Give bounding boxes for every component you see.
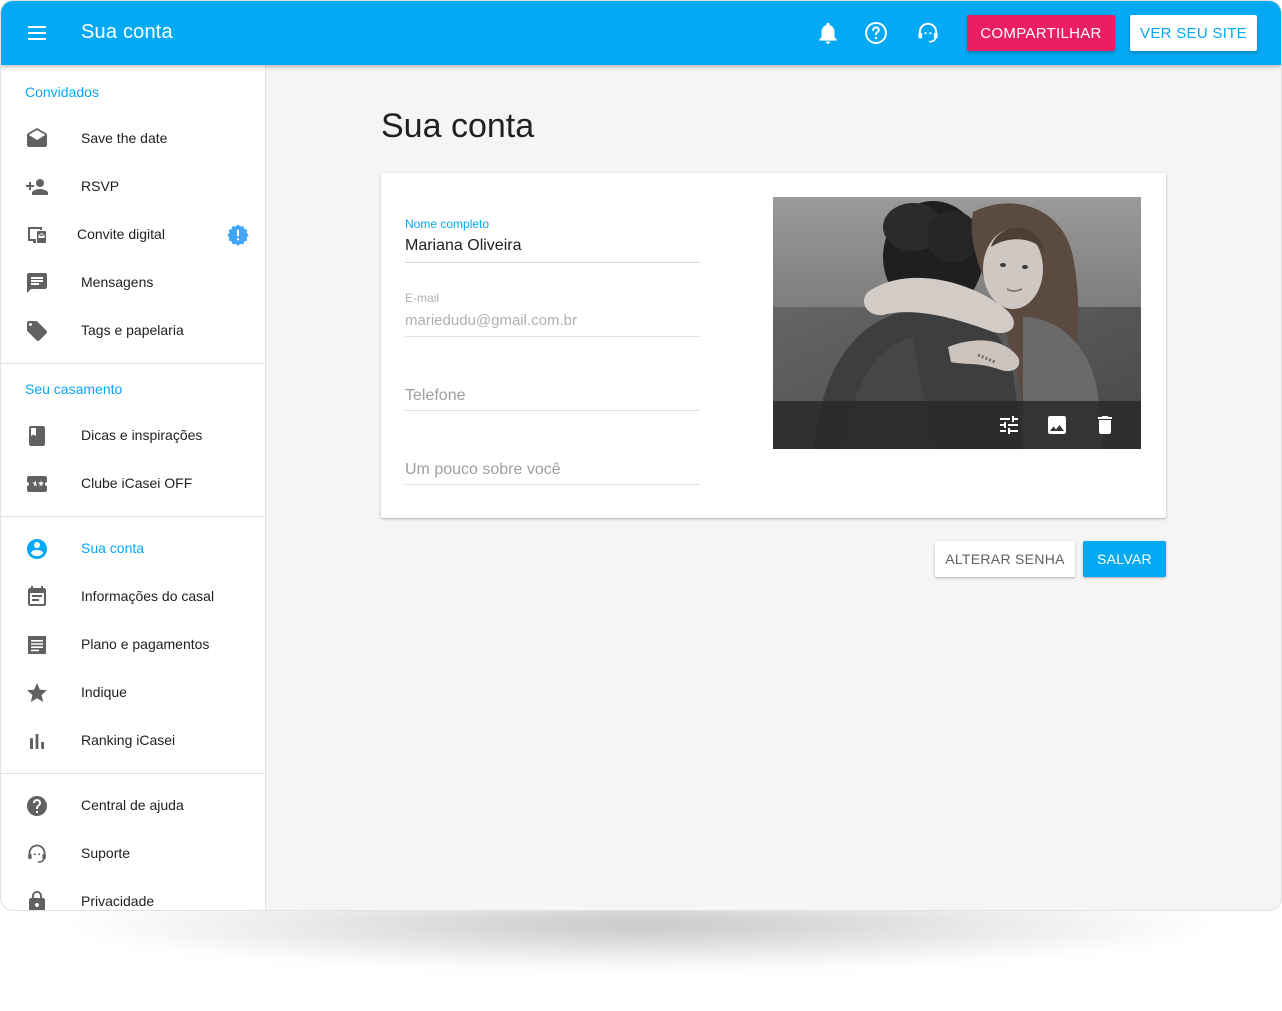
account-card: Nome completo Mariana Oliveira E-mail ma… xyxy=(381,173,1166,518)
sidebar-item-rsvp[interactable]: RSVP xyxy=(1,163,265,211)
sidebar-item-mensagens[interactable]: Mensagens xyxy=(1,259,265,307)
tag-icon xyxy=(25,319,49,343)
app-bar: Sua conta COMPARTILHAR VER SEU SITE xyxy=(1,1,1281,65)
help-circle-icon xyxy=(25,794,49,818)
name-field[interactable]: Nome completo Mariana Oliveira xyxy=(405,217,700,265)
name-underline xyxy=(405,262,700,263)
share-button[interactable]: COMPARTILHAR xyxy=(967,15,1115,51)
phone-field[interactable]: Telefone xyxy=(405,385,700,413)
sidebar-item-indique[interactable]: Indique xyxy=(1,669,265,717)
save-button[interactable]: SALVAR xyxy=(1083,541,1166,577)
profile-photo[interactable] xyxy=(773,197,1141,449)
about-input[interactable]: Um pouco sobre você xyxy=(405,461,561,479)
support-icon[interactable] xyxy=(915,20,941,46)
sidebar-item-label: Convite digital xyxy=(77,226,165,242)
event-note-icon xyxy=(25,585,49,609)
sidebar-item-central-ajuda[interactable]: Central de ajuda xyxy=(1,782,265,830)
tune-icon[interactable] xyxy=(997,413,1021,437)
section-title-seu-casamento: Seu casamento xyxy=(25,381,123,397)
bar-chart-icon xyxy=(25,729,49,753)
email-underline xyxy=(405,336,700,337)
sidebar-item-ranking-icasei[interactable]: Ranking iCasei xyxy=(1,717,265,765)
sidebar-item-convite-digital[interactable]: Convite digital xyxy=(1,211,265,259)
delete-icon[interactable] xyxy=(1093,413,1117,437)
sidebar-item-clube-icasei[interactable]: Clube iCasei OFF xyxy=(1,460,265,508)
section-title-convidados: Convidados xyxy=(25,84,99,100)
help-icon[interactable] xyxy=(863,20,889,46)
sidebar-item-label: Indique xyxy=(81,684,127,700)
image-icon[interactable] xyxy=(1045,413,1069,437)
sidebar-item-dicas-inspiracoes[interactable]: Dicas e inspirações xyxy=(1,412,265,460)
sidebar-item-label: Suporte xyxy=(81,845,131,861)
support-agent-icon xyxy=(25,842,49,866)
sidebar-item-save-the-date[interactable]: Save the date xyxy=(1,115,265,163)
message-icon xyxy=(25,271,49,295)
email-input[interactable]: mariedudu@gmail.com.br xyxy=(405,312,577,329)
sidebar-item-label: Sua conta xyxy=(81,540,145,556)
sidebar-item-label: Privacidade xyxy=(81,893,155,909)
about-underline xyxy=(405,484,700,485)
sidebar-item-label: Informações do casal xyxy=(81,588,215,604)
star-icon xyxy=(25,681,49,705)
name-input[interactable]: Mariana Oliveira xyxy=(405,237,521,255)
sidebar-item-label: Ranking iCasei xyxy=(81,732,176,748)
sidebar-item-suporte[interactable]: Suporte xyxy=(1,830,265,878)
sidebar-item-label: Tags e papelaria xyxy=(81,322,184,338)
envelope-open-icon xyxy=(25,127,49,151)
sidebar-item-label: Dicas e inspirações xyxy=(81,427,203,443)
alert-badge-icon xyxy=(226,223,250,247)
sidebar-item-label: RSVP xyxy=(81,178,120,194)
sidebar-item-label: Plano e pagamentos xyxy=(81,636,210,652)
phone-underline xyxy=(405,410,700,411)
sidebar-item-label: Clube iCasei OFF xyxy=(81,475,193,491)
lock-icon xyxy=(25,890,49,910)
account-circle-icon xyxy=(25,537,49,561)
sidebar-item-plano-pagamentos[interactable]: Plano e pagamentos xyxy=(1,621,265,669)
sidebar-item-privacidade[interactable]: Privacidade xyxy=(1,878,265,910)
ticket-star-icon xyxy=(25,472,49,496)
phone-input[interactable]: Telefone xyxy=(405,387,466,405)
digital-invite-icon xyxy=(25,223,49,247)
sidebar-divider xyxy=(1,773,265,774)
menu-icon[interactable] xyxy=(23,21,51,45)
sidebar-divider xyxy=(1,363,265,364)
sidebar-item-label: Mensagens xyxy=(81,274,154,290)
person-add-icon xyxy=(25,175,49,199)
sidebar: Convidados Save the date RSVP Convite di… xyxy=(1,65,266,910)
sidebar-item-label: Central de ajuda xyxy=(81,797,184,813)
name-label: Nome completo xyxy=(405,217,490,231)
email-field[interactable]: E-mail mariedudu@gmail.com.br xyxy=(405,291,700,339)
about-field[interactable]: Um pouco sobre você xyxy=(405,459,700,487)
sidebar-item-tags-papelaria[interactable]: Tags e papelaria xyxy=(1,307,265,355)
book-icon xyxy=(25,424,49,448)
app-bar-title: Sua conta xyxy=(81,21,173,43)
app-window: Sua conta COMPARTILHAR VER SEU SITE Conv… xyxy=(1,1,1281,910)
page-title: Sua conta xyxy=(381,107,535,145)
sidebar-item-label: Save the date xyxy=(81,130,168,146)
sidebar-item-sua-conta[interactable]: Sua conta xyxy=(1,525,265,573)
change-password-button[interactable]: ALTERAR SENHA xyxy=(935,541,1075,577)
receipt-icon xyxy=(25,633,49,657)
sidebar-item-informacoes-casal[interactable]: Informações do casal xyxy=(1,573,265,621)
photo-toolbar xyxy=(773,401,1141,449)
email-label: E-mail xyxy=(405,291,440,305)
sidebar-divider xyxy=(1,516,265,517)
bell-icon[interactable] xyxy=(815,20,841,46)
view-site-button[interactable]: VER SEU SITE xyxy=(1130,15,1257,51)
